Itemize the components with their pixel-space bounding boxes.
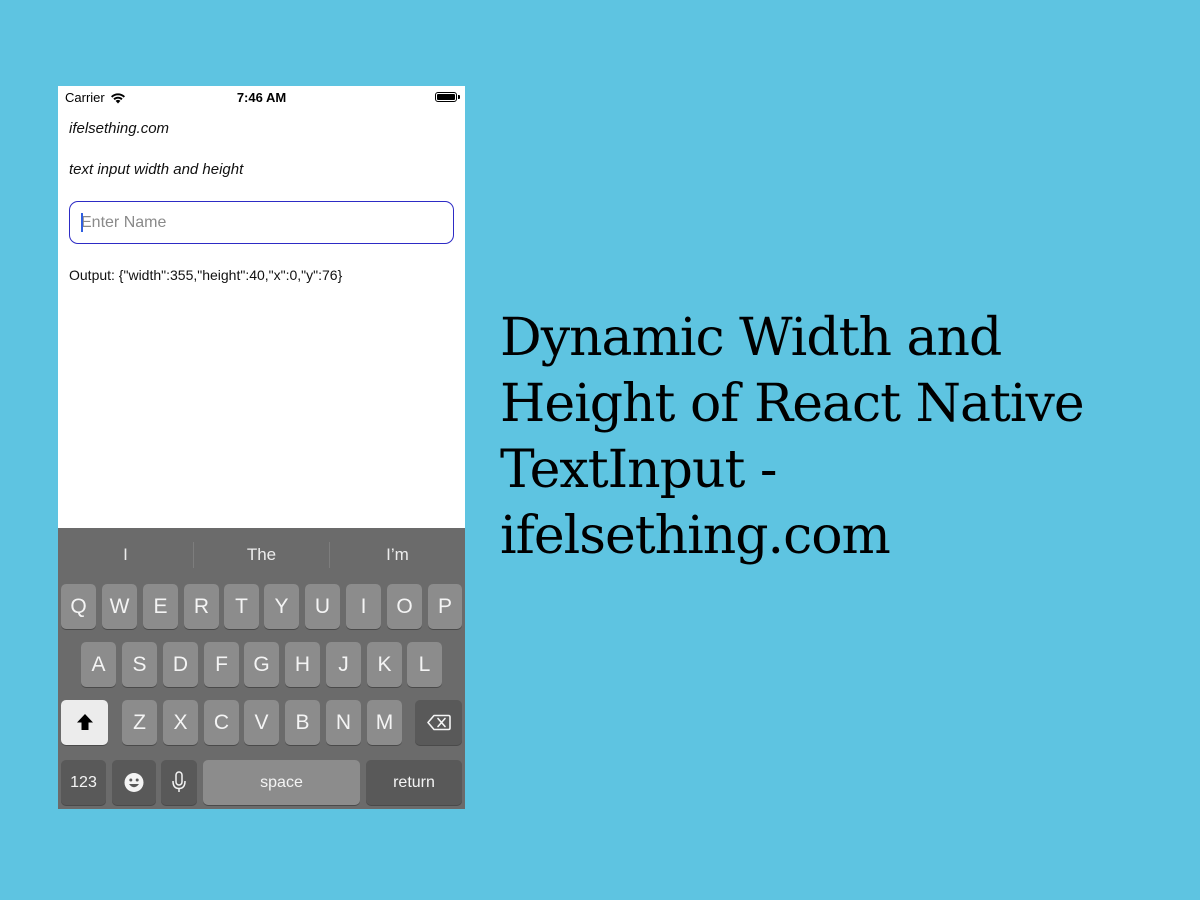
key-b[interactable]: B	[285, 700, 320, 745]
suggestion-item[interactable]: The	[194, 544, 329, 566]
return-key[interactable]: return	[366, 760, 462, 805]
key-q[interactable]: Q	[61, 584, 96, 629]
key-k[interactable]: K	[367, 642, 402, 687]
key-d[interactable]: D	[163, 642, 198, 687]
key-f[interactable]: F	[204, 642, 239, 687]
key-c[interactable]: C	[204, 700, 239, 745]
key-a[interactable]: A	[81, 642, 116, 687]
shift-icon	[76, 714, 93, 730]
emoji-key[interactable]	[112, 760, 156, 805]
key-p[interactable]: P	[428, 584, 462, 629]
key-s[interactable]: S	[122, 642, 157, 687]
site-label: ifelsething.com	[69, 120, 170, 137]
key-g[interactable]: G	[244, 642, 279, 687]
delete-key[interactable]	[415, 700, 462, 745]
suggestion-item[interactable]: I	[58, 544, 193, 566]
key-i[interactable]: I	[346, 584, 381, 629]
key-y[interactable]: Y	[264, 584, 299, 629]
key-o[interactable]: O	[387, 584, 422, 629]
emoji-icon	[124, 773, 144, 792]
microphone-icon	[172, 771, 186, 792]
key-h[interactable]: H	[285, 642, 320, 687]
key-e[interactable]: E	[143, 584, 178, 629]
key-u[interactable]: U	[305, 584, 340, 629]
keyboard: I The I’m Q W E R T Y U I O P A S D F G …	[58, 528, 465, 809]
microphone-key[interactable]	[161, 760, 197, 805]
key-t[interactable]: T	[224, 584, 259, 629]
suggestion-item[interactable]: I’m	[330, 544, 465, 566]
key-w[interactable]: W	[102, 584, 137, 629]
key-j[interactable]: J	[326, 642, 361, 687]
name-input[interactable]	[69, 201, 454, 244]
battery-icon	[435, 92, 460, 102]
suggestion-bar: I The I’m	[58, 528, 465, 582]
key-m[interactable]: M	[367, 700, 402, 745]
shift-key[interactable]	[61, 700, 108, 745]
key-x[interactable]: X	[163, 700, 198, 745]
key-v[interactable]: V	[244, 700, 279, 745]
text-cursor	[81, 213, 83, 232]
status-bar: Carrier 7:46 AM	[58, 86, 465, 108]
subtitle-label: text input width and height	[69, 161, 244, 178]
status-time: 7:46 AM	[236, 90, 287, 105]
article-headline: Dynamic Width and Height of React Native…	[500, 308, 1085, 566]
key-z[interactable]: Z	[122, 700, 157, 745]
key-r[interactable]: R	[184, 584, 219, 629]
phone-screen: Carrier 7:46 AM ifelsething.com text inp…	[58, 86, 465, 809]
space-key[interactable]: space	[203, 760, 360, 805]
key-l[interactable]: L	[407, 642, 442, 687]
delete-icon	[426, 714, 451, 731]
output-label: Output: {"width":355,"height":40,"x":0,"…	[69, 267, 343, 283]
numbers-key[interactable]: 123	[61, 760, 106, 805]
key-n[interactable]: N	[326, 700, 361, 745]
